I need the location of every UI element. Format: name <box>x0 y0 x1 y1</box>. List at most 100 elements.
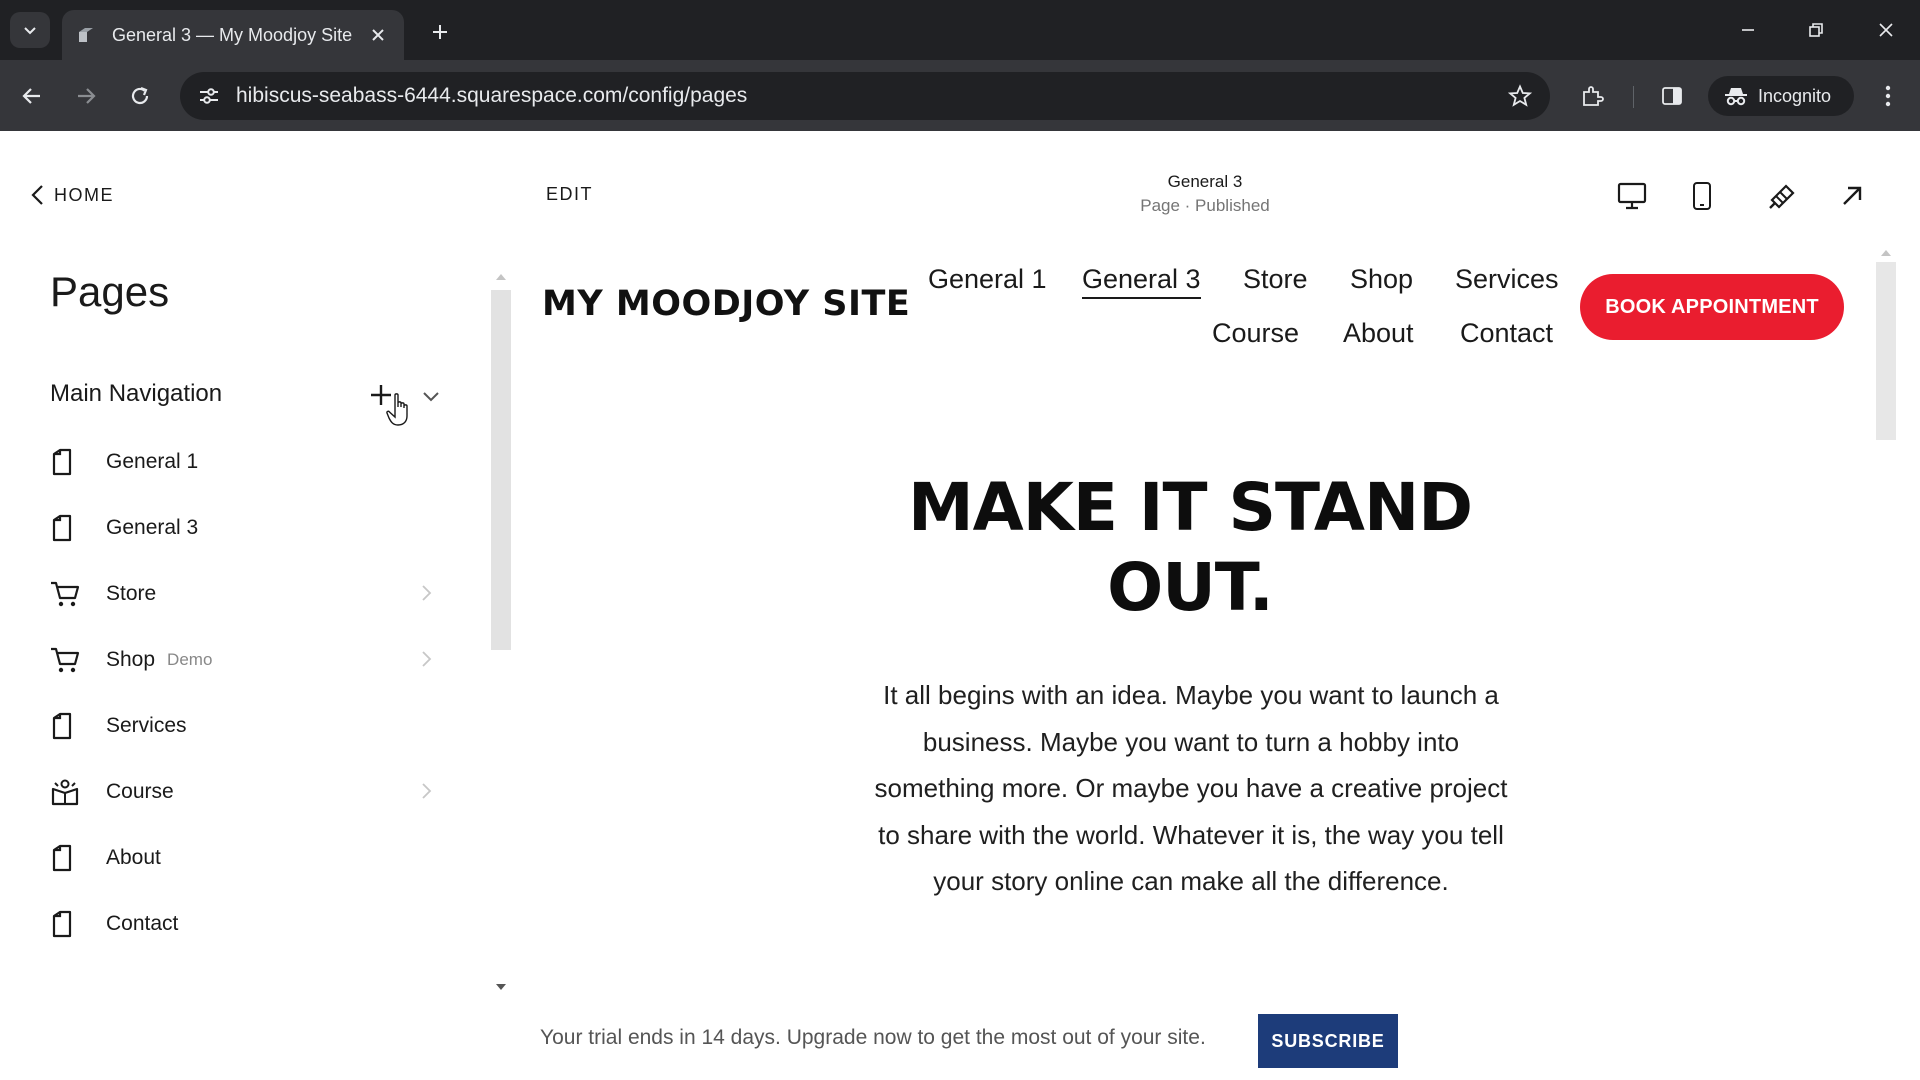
page-item-label: Contact <box>106 912 179 935</box>
address-bar[interactable]: hibiscus-seabass-6444.squarespace.com/co… <box>180 72 1550 120</box>
preview-scroll-up-icon[interactable] <box>1879 248 1893 258</box>
page-item-course[interactable]: Course <box>50 767 450 817</box>
back-button[interactable] <box>14 78 50 114</box>
page-item-label: About <box>106 846 161 869</box>
site-nav-services[interactable]: Services <box>1455 264 1559 295</box>
restore-button[interactable] <box>1796 14 1836 46</box>
chevron-right-icon[interactable] <box>420 649 440 671</box>
desktop-view-button[interactable] <box>1614 178 1650 214</box>
minimize-icon <box>1742 29 1754 31</box>
squarespace-favicon-icon <box>79 28 93 42</box>
hero-body: It all begins with an idea. Maybe you wa… <box>874 680 1508 896</box>
page-item-contact[interactable]: Contact <box>50 899 450 949</box>
page-item-label: Store <box>106 582 157 605</box>
site-nav-general-1[interactable]: General 1 <box>928 264 1047 295</box>
desktop-icon <box>1617 182 1647 210</box>
minimize-button[interactable] <box>1728 14 1768 46</box>
trial-banner-text: Your trial ends in 14 days. Upgrade now … <box>540 1026 1206 1049</box>
cart-icon <box>50 643 98 677</box>
reload-icon <box>131 86 149 105</box>
browser-tab-bar: General 3 — My Moodjoy Site <box>0 0 1920 60</box>
page-item-shop[interactable]: Shop Demo <box>50 635 450 685</box>
page-icon <box>50 907 98 941</box>
page-icon <box>50 841 98 875</box>
preview-scrollbar-thumb[interactable] <box>1876 262 1896 440</box>
new-tab-button[interactable] <box>424 16 456 48</box>
puzzle-icon <box>1583 86 1604 106</box>
page-item-label: Course <box>106 780 174 803</box>
subscribe-button[interactable]: SUBSCRIBE <box>1258 1014 1398 1068</box>
main-navigation-label: Main Navigation <box>50 380 223 407</box>
site-logo[interactable]: MY MOODJOY SITE <box>542 284 910 324</box>
paintbrush-icon <box>1769 184 1795 209</box>
edit-button[interactable]: EDIT <box>546 184 593 205</box>
scroll-down-icon[interactable] <box>494 982 508 992</box>
mobile-icon <box>1693 182 1711 210</box>
toolbar-divider <box>1633 86 1634 108</box>
page-meta-title: General 3 <box>1167 172 1243 191</box>
restore-icon <box>1809 23 1823 37</box>
url-text: hibiscus-seabass-6444.squarespace.com/co… <box>236 84 748 107</box>
chevron-right-icon[interactable] <box>420 781 440 803</box>
browser-menu-button[interactable] <box>1870 78 1906 114</box>
page-meta: General 3 Page · Published <box>1100 172 1310 216</box>
incognito-badge[interactable]: Incognito <box>1708 76 1854 116</box>
bookmark-button[interactable] <box>1506 82 1534 110</box>
arrow-left-icon <box>22 88 40 104</box>
site-nav-shop[interactable]: Shop <box>1350 264 1413 295</box>
collapse-section-button[interactable] <box>418 384 444 410</box>
tab-search-button[interactable] <box>10 12 50 48</box>
reload-button[interactable] <box>122 78 158 114</box>
page-icon <box>50 445 98 479</box>
site-styles-button[interactable] <box>1764 178 1800 214</box>
extensions-button[interactable] <box>1574 78 1610 114</box>
close-icon <box>1879 23 1893 37</box>
page-item-label: General 1 <box>106 450 199 473</box>
mobile-view-button[interactable] <box>1684 178 1720 214</box>
pages-panel-title: Pages <box>50 268 170 315</box>
more-vertical-icon <box>1885 85 1891 107</box>
chevron-left-icon <box>31 185 43 205</box>
page-item-general-1[interactable]: General 1 <box>50 437 450 487</box>
arrow-right-icon <box>78 88 96 104</box>
page-item-store[interactable]: Store <box>50 569 450 619</box>
course-icon <box>50 775 98 809</box>
browser-toolbar: hibiscus-seabass-6444.squarespace.com/co… <box>0 60 1920 131</box>
side-panel-button[interactable] <box>1654 78 1690 114</box>
tune-icon <box>200 88 218 104</box>
home-label: HOME <box>54 184 114 205</box>
cart-icon <box>50 577 98 611</box>
home-link[interactable]: HOME <box>30 184 114 206</box>
open-site-button[interactable] <box>1834 178 1870 214</box>
chevron-down-icon <box>423 392 439 402</box>
site-nav-store[interactable]: Store <box>1243 264 1308 295</box>
page-meta-status: Page · Published <box>1140 196 1270 215</box>
page-icon <box>50 709 98 743</box>
hero-title: MAKE IT STAND OUT. <box>907 469 1473 626</box>
close-window-button[interactable] <box>1866 14 1906 46</box>
close-icon <box>372 29 384 41</box>
page-item-label: Shop <box>106 648 156 671</box>
site-nav-general-3[interactable]: General 3 <box>1082 264 1201 299</box>
page-item-label: General 3 <box>106 516 199 539</box>
star-icon <box>1508 84 1532 107</box>
scroll-up-icon[interactable] <box>494 272 508 282</box>
page-item-services[interactable]: Services <box>50 701 450 751</box>
side-panel-icon <box>1662 87 1682 105</box>
hand-pointer-cursor-icon <box>386 393 408 426</box>
site-nav-about[interactable]: About <box>1343 318 1414 349</box>
page-item-label: Services <box>106 714 187 737</box>
chevron-right-icon[interactable] <box>420 583 440 605</box>
site-nav-course[interactable]: Course <box>1212 318 1299 349</box>
site-nav-contact[interactable]: Contact <box>1460 318 1553 349</box>
pages-scrollbar-thumb[interactable] <box>491 290 511 650</box>
page-item-general-3[interactable]: General 3 <box>50 503 450 553</box>
incognito-icon <box>1725 88 1747 106</box>
page-item-about[interactable]: About <box>50 833 450 883</box>
book-appointment-button[interactable]: BOOK APPOINTMENT <box>1580 274 1844 340</box>
browser-tab-active[interactable]: General 3 — My Moodjoy Site <box>62 10 404 60</box>
tab-close-button[interactable] <box>366 23 390 47</box>
forward-button[interactable] <box>68 78 104 114</box>
incognito-label: Incognito <box>1758 85 1832 106</box>
site-info-button[interactable] <box>192 80 226 112</box>
